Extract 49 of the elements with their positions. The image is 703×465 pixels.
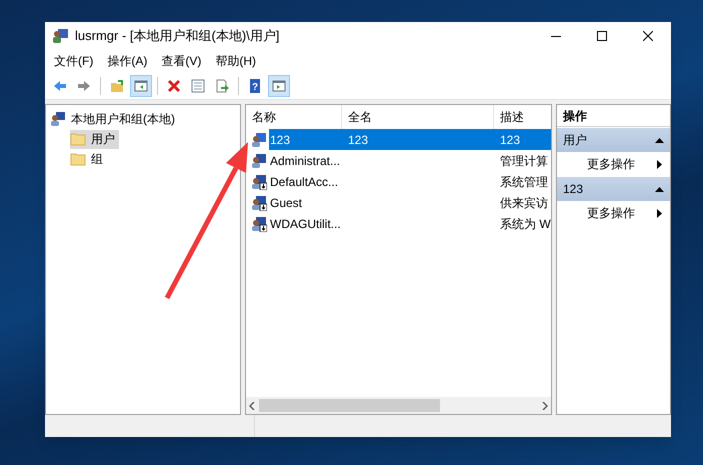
table-cell-text: Administrat...: [269, 152, 342, 170]
tree-item[interactable]: 组: [70, 150, 107, 168]
submenu-arrow-icon: [657, 208, 662, 218]
table-cell-text: Guest: [269, 194, 304, 212]
table-cell-text: WDAGUtilit...: [269, 216, 342, 232]
panel-icon: [133, 78, 149, 94]
section-header[interactable]: 123: [557, 177, 670, 201]
scrollbar-thumb[interactable]: [259, 399, 440, 412]
users-icon: [50, 111, 66, 127]
table-cell-text: 管理计算: [499, 152, 549, 170]
collapse-icon[interactable]: [655, 138, 664, 142]
users-app-icon: [51, 27, 69, 45]
column-header[interactable]: 描述: [494, 105, 551, 129]
delete-icon: [166, 78, 182, 94]
folder-icon: [70, 152, 86, 166]
table-cell-text: 系统管理: [499, 174, 549, 190]
menu-item[interactable]: 查看(V): [154, 52, 208, 70]
table-row[interactable]: Administrat... 管理计算: [246, 150, 551, 171]
action-link[interactable]: 更多操作: [557, 201, 670, 225]
table-cell-text: DefaultAcc...: [269, 174, 340, 190]
export-icon: [214, 78, 230, 94]
tree-item[interactable]: 用户: [70, 130, 119, 148]
table-cell-text: 123: [347, 132, 370, 148]
window-title: lusrmgr - [本地用户和组(本地)\用户]: [75, 27, 280, 46]
table-cell: 123: [269, 129, 342, 150]
menu-item[interactable]: 文件(F): [47, 52, 100, 70]
menu-item[interactable]: 操作(A): [100, 52, 154, 70]
scroll-right-icon[interactable]: [542, 402, 548, 410]
action-link[interactable]: 更多操作: [557, 152, 670, 176]
toolbar-button[interactable]: [268, 74, 290, 96]
table-cell-text: 123: [499, 132, 522, 148]
close-icon: [643, 31, 653, 41]
table-cell-text: 供来宾访: [499, 194, 549, 212]
scroll-left-icon[interactable]: [249, 402, 255, 410]
table-row[interactable]: 123 123 123: [246, 129, 551, 150]
actions-title: 操作: [557, 105, 670, 127]
menu-item[interactable]: 帮助(H): [208, 52, 263, 70]
horizontal-scrollbar[interactable]: [246, 397, 551, 414]
maximize-icon: [597, 31, 607, 41]
folder-up-icon: [109, 78, 125, 94]
properties-icon: [190, 78, 206, 94]
table-cell-text: 系统为 W: [499, 216, 551, 232]
submenu-arrow-icon: [657, 160, 662, 168]
collapse-icon[interactable]: [655, 186, 664, 192]
tree-item[interactable]: 本地用户和组(本地): [50, 110, 179, 128]
toolbar-button[interactable]: [130, 74, 152, 96]
section-header[interactable]: 用户: [557, 128, 670, 152]
panel-icon: [271, 78, 287, 94]
folder-icon: [70, 132, 86, 146]
